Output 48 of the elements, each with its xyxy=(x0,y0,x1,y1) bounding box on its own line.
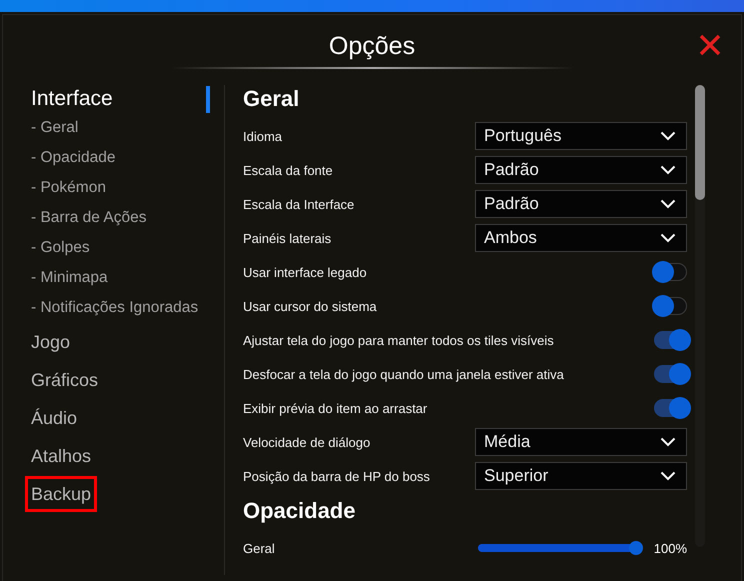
setting-label: Escala da Interface xyxy=(243,196,356,212)
close-icon xyxy=(699,34,721,56)
scroll-thumb[interactable] xyxy=(695,85,705,200)
scrollbar[interactable] xyxy=(695,85,705,547)
sidebar-item[interactable]: Backup xyxy=(25,476,98,512)
dropdown[interactable]: Média xyxy=(475,428,687,456)
chevron-down-icon xyxy=(660,199,676,209)
setting-label: Usar interface legado xyxy=(243,264,368,280)
sidebar-item[interactable]: Jogo xyxy=(25,324,76,360)
sidebar-subitem[interactable]: - Barra de Ações xyxy=(28,203,146,233)
sidebar-subitem[interactable]: - Golpes xyxy=(28,233,90,263)
sidebar-item[interactable]: Atalhos xyxy=(25,438,98,474)
chevron-down-icon xyxy=(660,233,676,243)
sidebar-subitem[interactable]: - Opacidade xyxy=(28,143,116,173)
slider-value: 100% xyxy=(652,540,687,556)
chevron-down-icon xyxy=(660,165,676,175)
close-button[interactable] xyxy=(699,34,721,56)
sidebar-subitem[interactable]: - Minimapa xyxy=(28,263,108,293)
sidebar-subitem[interactable]: - Notificações Ignoradas xyxy=(28,293,198,323)
section-indicator xyxy=(206,86,210,112)
chevron-down-icon xyxy=(660,131,676,141)
setting-label: Desfocar a tela do jogo quando uma janela estiver ativa xyxy=(243,366,565,382)
sidebar-item[interactable]: Áudio xyxy=(25,400,84,436)
setting-label: Ajustar tela do jogo para manter todos os tiles visíveis xyxy=(243,332,555,348)
setting-label: Idioma xyxy=(243,128,284,144)
chevron-down-icon xyxy=(660,437,676,447)
setting-label: Escala da fonte xyxy=(243,162,334,178)
dropdown[interactable]: Português xyxy=(475,122,687,150)
setting-label: Velocidade de diálogo xyxy=(243,434,372,450)
setting-label: Usar cursor do sistema xyxy=(243,298,378,314)
toggle-switch[interactable] xyxy=(654,297,687,315)
slider[interactable] xyxy=(478,541,643,555)
setting-label: Painéis laterais xyxy=(243,230,332,246)
setting-label: Geral xyxy=(243,540,276,556)
setting-label: Exibir prévia do item ao arrastar xyxy=(243,400,428,416)
section-heading: Opacidade xyxy=(243,497,356,525)
dropdown[interactable]: Ambos xyxy=(475,224,687,252)
toggle-switch[interactable] xyxy=(654,263,687,281)
window-title: Opções xyxy=(328,30,416,60)
section-heading: Geral xyxy=(243,85,300,113)
setting-label: Posição da barra de HP do boss xyxy=(243,468,431,484)
sidebar-subitem[interactable]: - Pokémon xyxy=(28,173,106,203)
chevron-down-icon xyxy=(660,471,676,481)
slider-thumb[interactable] xyxy=(629,541,643,555)
dropdown[interactable]: Superior xyxy=(475,462,687,490)
dropdown[interactable]: Padrão xyxy=(475,190,687,218)
sidebar-item[interactable]: Gráficos xyxy=(25,362,104,398)
dropdown[interactable]: Padrão xyxy=(475,156,687,184)
